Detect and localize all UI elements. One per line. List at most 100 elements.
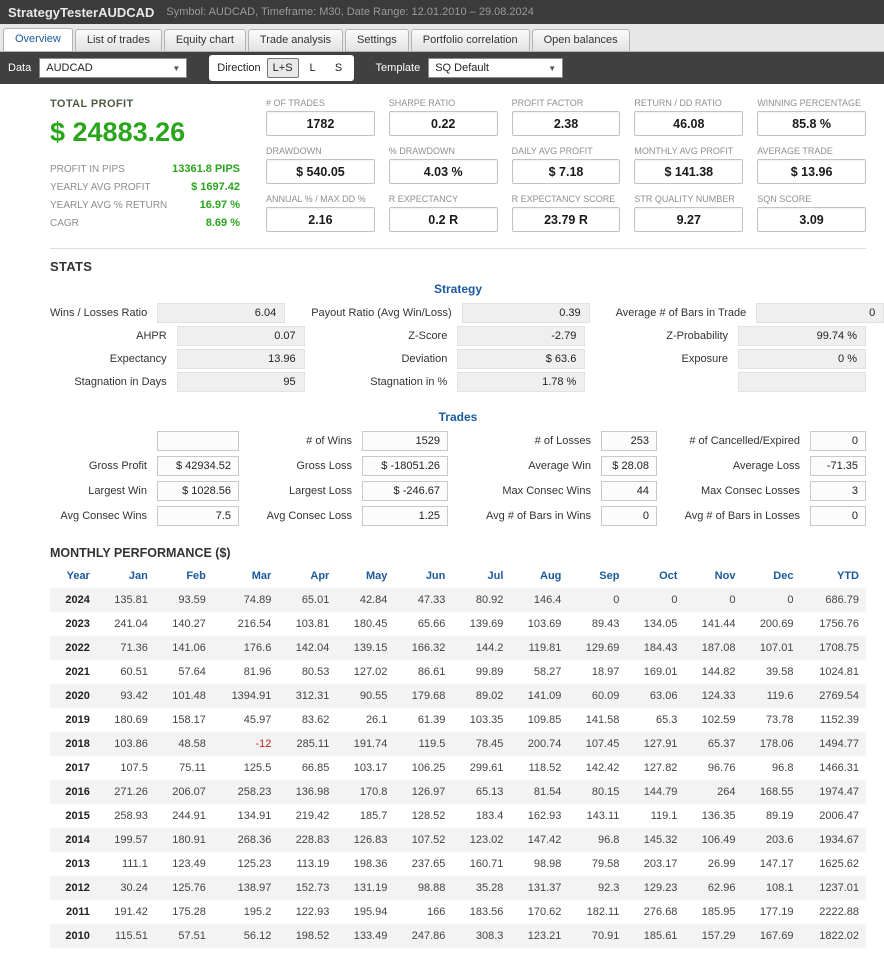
kpi-label: AVERAGE TRADE: [757, 146, 866, 156]
monthly-cell: 75.11: [155, 756, 213, 780]
monthly-cell: 126.83: [336, 828, 394, 852]
trade-value: 0: [601, 506, 657, 526]
table-row-2015: 2015258.93244.91134.91219.42185.7128.521…: [50, 804, 866, 828]
kpi-value: 9.27: [634, 207, 743, 232]
tab-trade-analysis[interactable]: Trade analysis: [248, 29, 343, 51]
monthly-col-aug: Aug: [510, 564, 568, 588]
symbol-info: Symbol: AUDCAD, Timeframe: M30, Date Ran…: [166, 6, 533, 18]
monthly-cell: 107.5: [97, 756, 155, 780]
monthly-cell: 71.36: [97, 636, 155, 660]
stat-value: [738, 372, 866, 392]
monthly-cell: 147.17: [742, 852, 800, 876]
stat-value: 0.39: [462, 303, 590, 323]
direction-s-button[interactable]: S: [327, 58, 351, 78]
monthly-cell: 35.28: [452, 876, 510, 900]
trade-item-gross-profit: Gross Profit$ 42934.52: [50, 456, 239, 476]
monthly-cell: 258.23: [213, 780, 278, 804]
monthly-cell: 131.37: [510, 876, 568, 900]
stat-item-exposure: Exposure0 %: [611, 349, 866, 369]
monthly-cell: 58.27: [510, 660, 568, 684]
kpi-label: PROFIT FACTOR: [512, 98, 621, 108]
monthly-cell: 125.5: [213, 756, 278, 780]
monthly-cell: 200.74: [510, 732, 568, 756]
monthly-cell: 142.04: [278, 636, 336, 660]
monthly-cell: 113.19: [278, 852, 336, 876]
direction-l-button[interactable]: L: [301, 58, 325, 78]
trade-value: 0: [810, 431, 866, 451]
monthly-cell: 106.25: [394, 756, 452, 780]
profit-stat-value: 8.69 %: [206, 217, 240, 229]
trade-item-of-losses: # of Losses253: [468, 431, 657, 451]
stat-value: 1.78 %: [457, 372, 585, 392]
monthly-cell: 0: [568, 588, 626, 612]
table-row-2016: 2016271.26206.07258.23136.98170.8126.976…: [50, 780, 866, 804]
data-select-value: AUDCAD: [46, 62, 92, 74]
monthly-cell: 228.83: [278, 828, 336, 852]
trade-value: $ 42934.52: [157, 456, 239, 476]
monthly-cell: 65.13: [452, 780, 510, 804]
direction-l-s-button[interactable]: L+S: [267, 58, 299, 78]
table-row-2020: 202093.42101.481394.91312.3190.55179.688…: [50, 684, 866, 708]
data-select[interactable]: AUDCAD ▼: [39, 58, 187, 78]
monthly-cell: 185.95: [684, 900, 742, 924]
table-row-2011: 2011191.42175.28195.2122.93195.94166183.…: [50, 900, 866, 924]
monthly-cell: 99.89: [452, 660, 510, 684]
stats-row: Stagnation in Days95 Stagnation in %1.78 …: [50, 372, 866, 392]
monthly-cell: 103.69: [510, 612, 568, 636]
monthly-cell: 180.91: [155, 828, 213, 852]
monthly-cell: 103.17: [336, 756, 394, 780]
monthly-cell: 65.3: [626, 708, 684, 732]
trade-label: # of Wins: [259, 435, 362, 447]
monthly-cell: 96.8: [742, 756, 800, 780]
monthly-cell: 73.78: [742, 708, 800, 732]
monthly-cell: 107.52: [394, 828, 452, 852]
year-cell: 2022: [50, 636, 97, 660]
tab-open-balances[interactable]: Open balances: [532, 29, 630, 51]
tab-settings[interactable]: Settings: [345, 29, 409, 51]
profit-stat-label: YEARLY AVG PROFIT: [50, 182, 151, 193]
monthly-cell: 45.97: [213, 708, 278, 732]
monthly-cell: 115.51: [97, 924, 155, 948]
monthly-cell: 89.43: [568, 612, 626, 636]
trade-item-avg-of-bars-in-losses: Avg # of Bars in Losses0: [677, 506, 866, 526]
trade-value: 1.25: [362, 506, 448, 526]
monthly-performance-title: MONTHLY PERFORMANCE ($): [50, 546, 866, 560]
template-select[interactable]: SQ Default ▼: [428, 58, 563, 78]
monthly-cell: 103.35: [452, 708, 510, 732]
tab-bar: OverviewList of tradesEquity chartTrade …: [0, 24, 884, 52]
monthly-cell: 219.42: [278, 804, 336, 828]
summary-section: TOTAL PROFIT $ 24883.26 PROFIT IN PIPS 1…: [50, 98, 866, 232]
monthly-cell: 2222.88: [800, 900, 866, 924]
monthly-cell: 203.6: [742, 828, 800, 852]
tab-equity-chart[interactable]: Equity chart: [164, 29, 246, 51]
trade-item-avg-consec-loss: Avg Consec Loss1.25: [259, 506, 448, 526]
trades-row: Avg Consec Wins7.5Avg Consec Loss1.25Avg…: [50, 506, 866, 526]
stat-item-stagnation-in-days: Stagnation in Days95: [50, 372, 305, 392]
monthly-cell: 65.37: [684, 732, 742, 756]
monthly-cell: 144.2: [452, 636, 510, 660]
monthly-cell: 80.53: [278, 660, 336, 684]
monthly-cell: 107.01: [742, 636, 800, 660]
stats-section-title: STATS: [50, 259, 866, 274]
monthly-cell: 109.85: [510, 708, 568, 732]
kpi-label: STR QUALITY NUMBER: [634, 194, 743, 204]
year-cell: 2021: [50, 660, 97, 684]
kpi-value: 0.2 R: [389, 207, 498, 232]
stat-label: Stagnation in %: [331, 376, 458, 388]
tab-overview[interactable]: Overview: [3, 28, 73, 51]
monthly-cell: 133.49: [336, 924, 394, 948]
monthly-cell: 299.61: [452, 756, 510, 780]
kpi-label: R EXPECTANCY SCORE: [512, 194, 621, 204]
trades-row: Gross Profit$ 42934.52Gross Loss$ -18051…: [50, 456, 866, 476]
tab-list-of-trades[interactable]: List of trades: [75, 29, 162, 51]
stat-item-deviation: Deviation$ 63.6: [331, 349, 586, 369]
tab-portfolio-correlation[interactable]: Portfolio correlation: [411, 29, 530, 51]
monthly-cell: 1974.47: [800, 780, 866, 804]
monthly-cell: 241.04: [97, 612, 155, 636]
monthly-cell: 1024.81: [800, 660, 866, 684]
profit-stat-row: CAGR 8.69 %: [50, 214, 240, 232]
monthly-cell: 264: [684, 780, 742, 804]
trade-value: -71.35: [810, 456, 866, 476]
trade-item-average-loss: Average Loss-71.35: [677, 456, 866, 476]
monthly-cell: 92.3: [568, 876, 626, 900]
